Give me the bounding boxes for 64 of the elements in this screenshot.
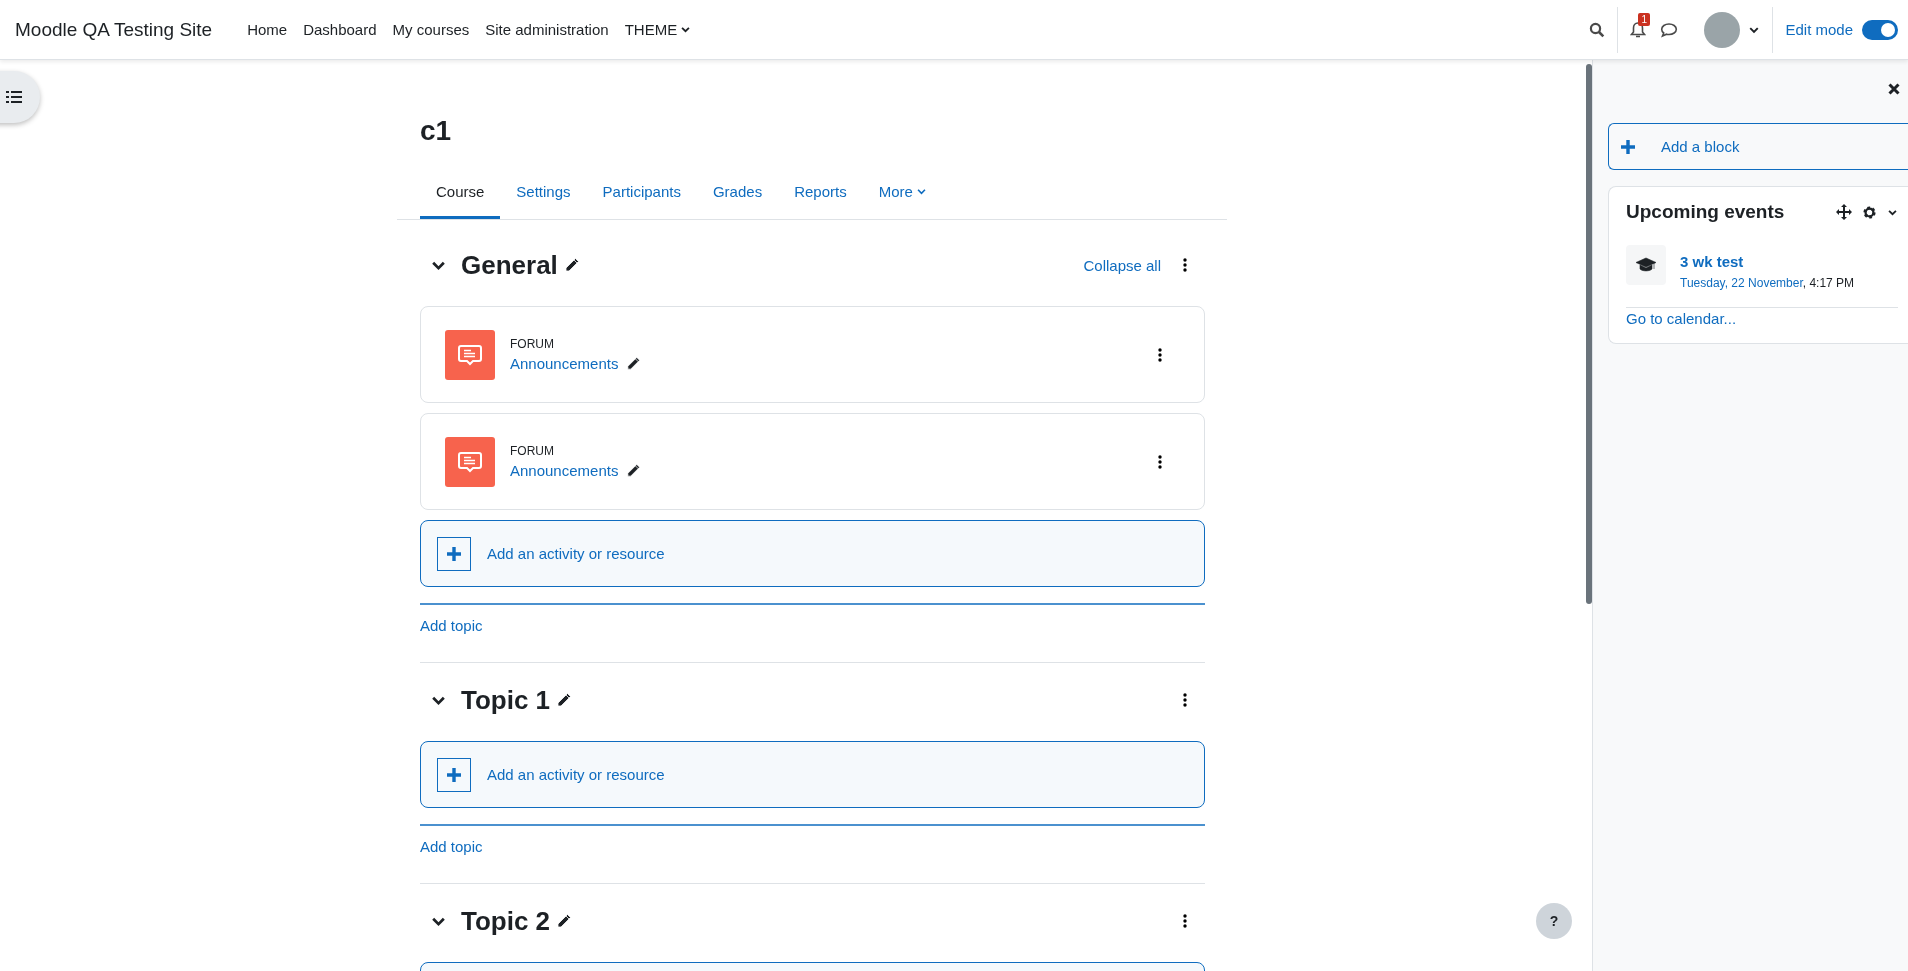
section-title: Topic 1 xyxy=(461,684,551,716)
add-activity-label: Add an activity or resource xyxy=(487,766,665,783)
pencil-icon[interactable] xyxy=(556,692,573,708)
graduation-cap-icon xyxy=(1626,245,1666,285)
close-icon[interactable] xyxy=(1888,83,1900,95)
pencil-icon[interactable] xyxy=(563,257,580,273)
course-title: c1 xyxy=(419,114,453,148)
site-name[interactable]: Moodle QA Testing Site xyxy=(15,18,213,41)
kebab-menu-icon[interactable] xyxy=(1183,693,1187,707)
notification-badge: 1 xyxy=(1638,12,1650,26)
help-button[interactable]: ? xyxy=(1536,903,1572,939)
caret-icon xyxy=(915,186,927,197)
add-activity-label: Add an activity or resource xyxy=(487,545,665,562)
add-activity-button[interactable]: Add an activity or resource xyxy=(420,520,1205,587)
activity-link[interactable]: Announcements xyxy=(510,462,619,479)
nav-link[interactable]: THEME xyxy=(624,21,692,38)
move-icon[interactable] xyxy=(1836,204,1852,220)
edit-mode-label: Edit mode xyxy=(1785,21,1853,38)
kebab-menu-icon[interactable] xyxy=(1183,258,1187,272)
nav-link[interactable]: My courses xyxy=(392,21,470,38)
course-tab[interactable]: Reports xyxy=(778,171,863,219)
calendar-link[interactable]: Go to calendar... xyxy=(1626,310,1898,327)
course-tab[interactable]: Settings xyxy=(500,171,587,219)
nav-link[interactable]: Site administration xyxy=(485,21,609,38)
add-block-button[interactable]: Add a block xyxy=(1608,123,1908,170)
event-link[interactable]: 3 wk test xyxy=(1680,253,1855,270)
add-block-label: Add a block xyxy=(1661,138,1740,155)
block-title: Upcoming events xyxy=(1626,201,1786,223)
plus-icon xyxy=(437,536,471,571)
caret-icon xyxy=(680,24,692,35)
add-activity-button[interactable]: Add an activity or resource xyxy=(420,741,1205,808)
forum-icon xyxy=(445,329,495,380)
course-tab[interactable]: More xyxy=(862,171,943,219)
course-tab[interactable]: Grades xyxy=(696,171,779,219)
list-icon xyxy=(6,90,22,104)
course-tab[interactable]: Participants xyxy=(586,171,697,219)
kebab-menu-icon[interactable] xyxy=(1158,454,1162,469)
kebab-menu-icon[interactable] xyxy=(1158,347,1162,362)
nav-link[interactable]: Dashboard xyxy=(303,21,377,38)
event-date-link[interactable]: Tuesday, 22 November xyxy=(1680,276,1803,290)
pencil-icon[interactable] xyxy=(626,463,642,478)
chat-bubble-icon[interactable] xyxy=(1660,21,1679,38)
forum-icon xyxy=(445,436,495,487)
nav-link[interactable]: Home xyxy=(247,21,288,38)
section-title: General xyxy=(461,249,558,281)
gear-icon[interactable] xyxy=(1862,204,1877,220)
scrollbar[interactable] xyxy=(1586,64,1592,604)
section-title: Topic 2 xyxy=(461,905,551,937)
pencil-icon[interactable] xyxy=(626,356,642,371)
pencil-icon[interactable] xyxy=(556,913,573,929)
plus-icon xyxy=(437,757,471,792)
add-topic-link[interactable]: Add topic xyxy=(420,617,1205,634)
add-topic-link[interactable]: Add topic xyxy=(420,838,1205,855)
edit-mode-toggle[interactable] xyxy=(1862,19,1898,40)
course-tab[interactable]: Course xyxy=(420,171,501,219)
event-date: Tuesday, 22 November, 4:17 PM xyxy=(1680,276,1855,290)
activity-type: FORUM xyxy=(510,444,555,458)
plus-icon xyxy=(1621,139,1635,154)
activity-type: FORUM xyxy=(510,337,555,351)
collapse-all-link[interactable]: Collapse all xyxy=(1083,256,1161,274)
activity-link[interactable]: Announcements xyxy=(510,355,619,372)
user-avatar[interactable] xyxy=(1704,11,1741,48)
search-icon[interactable] xyxy=(1589,21,1606,38)
kebab-menu-icon[interactable] xyxy=(1183,914,1187,928)
